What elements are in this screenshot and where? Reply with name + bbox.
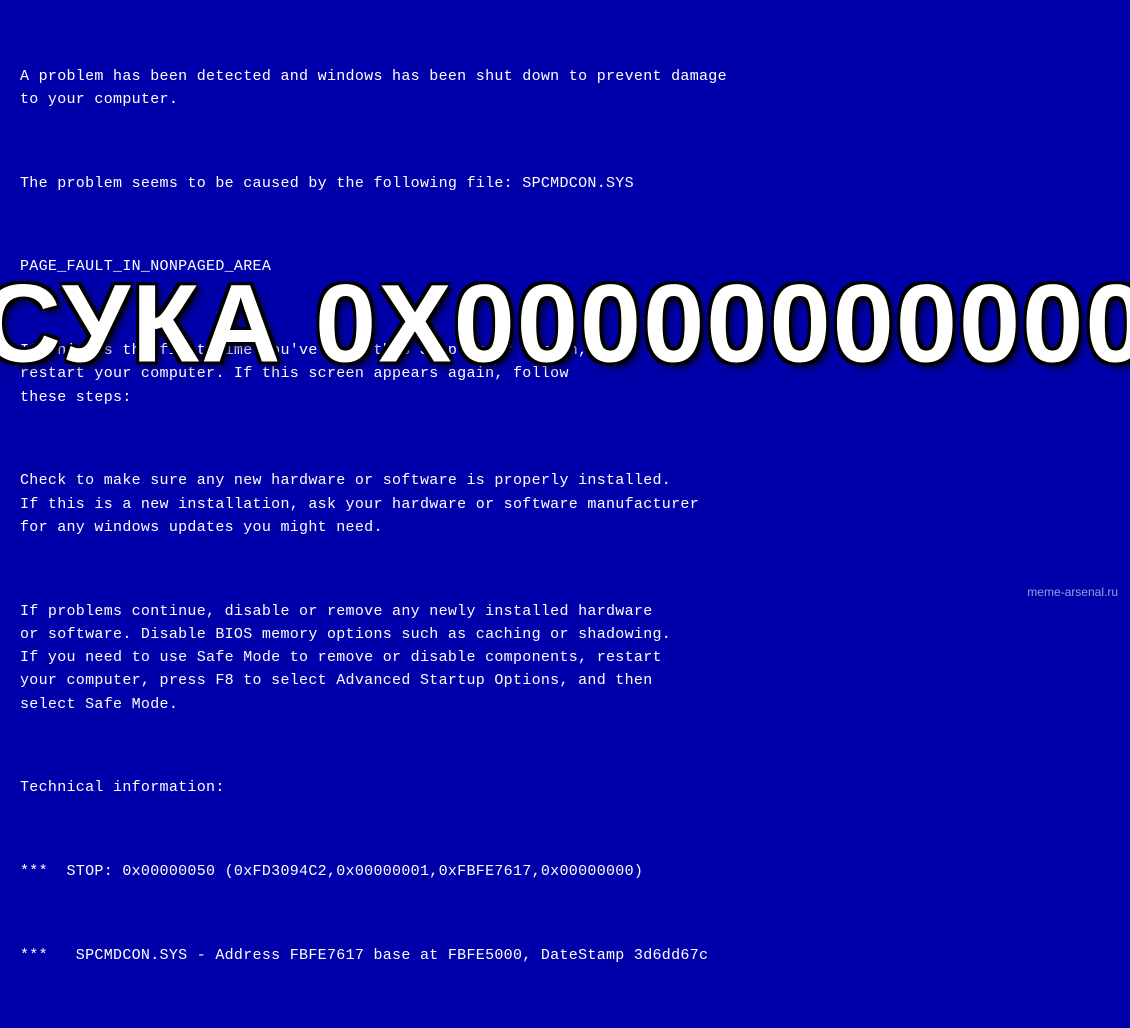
bsod-screen: A problem has been detected and windows … [0, 0, 1130, 607]
line2: The problem seems to be caused by the fo… [20, 172, 1110, 195]
watermark: meme-arsenal.ru [1027, 585, 1118, 599]
bsod-content: A problem has been detected and windows … [20, 18, 1110, 1028]
overlay-meme-text: СУКА 0X00000000000 [0, 260, 1130, 387]
technical-info-header: Technical information: [20, 776, 1110, 799]
line4: Check to make sure any new hardware or s… [20, 469, 1110, 539]
stop-line: *** STOP: 0x00000050 (0xFD3094C2,0x00000… [20, 860, 1110, 883]
driver-line: *** SPCMDCON.SYS - Address FBFE7617 base… [20, 944, 1110, 967]
line1: A problem has been detected and windows … [20, 65, 1110, 112]
line5: If problems continue, disable or remove … [20, 600, 1110, 716]
